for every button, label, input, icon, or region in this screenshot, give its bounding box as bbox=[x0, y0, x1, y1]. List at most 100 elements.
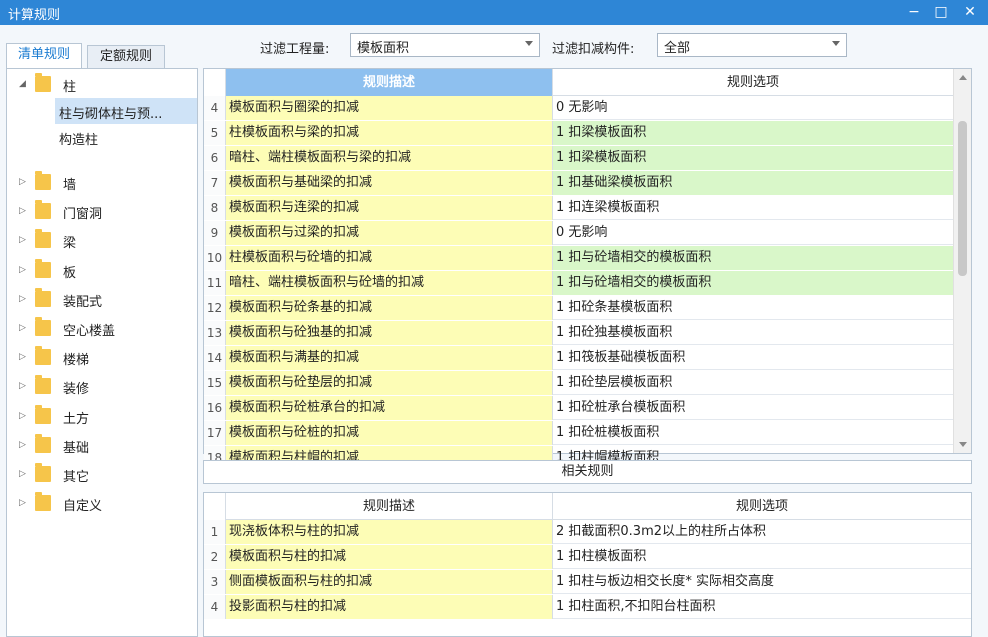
tree-item-door-window[interactable]: ▷ 门窗洞 bbox=[7, 198, 197, 224]
rule-option-cell[interactable]: 1 扣砼独基模板面积 bbox=[553, 321, 953, 345]
rule-option-cell[interactable]: 1 扣梁模板面积 bbox=[553, 121, 953, 145]
filter-component-select[interactable]: 全部 bbox=[657, 33, 847, 57]
tree-item-slab[interactable]: ▷ 板 bbox=[7, 257, 197, 283]
rule-description-cell[interactable]: 模板面积与连梁的扣减 bbox=[226, 196, 553, 220]
rule-option-cell[interactable]: 1 扣与砼墙相交的模板面积 bbox=[553, 246, 953, 270]
table-row[interactable]: 3 侧面模板面积与柱的扣减 1 扣柱与板边相交长度* 实际相交高度 bbox=[204, 570, 971, 594]
rule-option-cell[interactable]: 1 扣砼桩承台模板面积 bbox=[553, 396, 953, 420]
rule-option-cell[interactable]: 2 扣截面积0.3m2以上的柱所占体积 bbox=[553, 520, 971, 544]
table-row[interactable]: 14 模板面积与满基的扣减 1 扣筏板基础模板面积 bbox=[204, 346, 953, 370]
column-header-description[interactable]: 规则描述 bbox=[226, 69, 553, 96]
rule-option-cell[interactable]: 1 扣基础梁模板面积 bbox=[553, 171, 953, 195]
rule-option-cell[interactable]: 1 扣筏板基础模板面积 bbox=[553, 346, 953, 370]
minimize-button[interactable]: − bbox=[900, 0, 928, 25]
rule-description-cell[interactable]: 模板面积与满基的扣减 bbox=[226, 346, 553, 370]
tree-item-other[interactable]: ▷ 其它 bbox=[7, 461, 197, 487]
maximize-button[interactable]: □ bbox=[927, 0, 955, 25]
rule-description-cell[interactable]: 现浇板体积与柱的扣减 bbox=[226, 520, 553, 544]
tree-item-stairs[interactable]: ▷ 楼梯 bbox=[7, 344, 197, 370]
table-row[interactable]: 7 模板面积与基础梁的扣减 1 扣基础梁模板面积 bbox=[204, 171, 953, 195]
rule-description-cell[interactable]: 模板面积与过梁的扣减 bbox=[226, 221, 553, 245]
tree-item-label: 梁 bbox=[63, 236, 77, 251]
rule-description-cell[interactable]: 暗柱、端柱模板面积与砼墙的扣减 bbox=[226, 271, 553, 295]
table-row[interactable]: 16 模板面积与砼桩承台的扣减 1 扣砼桩承台模板面积 bbox=[204, 396, 953, 420]
rule-description-cell[interactable]: 模板面积与砼条基的扣减 bbox=[226, 296, 553, 320]
rule-description-cell[interactable]: 投影面积与柱的扣减 bbox=[226, 595, 553, 619]
rule-option-cell[interactable]: 1 扣梁模板面积 bbox=[553, 146, 953, 170]
tree-item-earthwork[interactable]: ▷ 土方 bbox=[7, 403, 197, 429]
folder-icon bbox=[35, 492, 51, 511]
column-header-option[interactable]: 规则选项 bbox=[553, 69, 953, 96]
rule-option-cell[interactable]: 0 无影响 bbox=[553, 96, 953, 120]
table-row[interactable]: 17 模板面积与砼桩的扣减 1 扣砼桩模板面积 bbox=[204, 421, 953, 445]
table-row[interactable]: 10 柱模板面积与砼墙的扣减 1 扣与砼墙相交的模板面积 bbox=[204, 246, 953, 270]
rule-description-cell[interactable]: 模板面积与柱的扣减 bbox=[226, 545, 553, 569]
table-row[interactable]: 9 模板面积与过梁的扣减 0 无影响 bbox=[204, 221, 953, 245]
rule-description-cell[interactable]: 模板面积与砼桩承台的扣减 bbox=[226, 396, 553, 420]
tree-item-column[interactable]: ◢ 柱 bbox=[7, 71, 197, 97]
filter-quantity-select[interactable]: 模板面积 bbox=[350, 33, 540, 57]
related-column-header-description[interactable]: 规则描述 bbox=[226, 493, 553, 520]
scroll-down-icon[interactable] bbox=[959, 442, 967, 447]
tree-item-custom[interactable]: ▷ 自定义 bbox=[7, 490, 197, 516]
rule-option-cell[interactable]: 1 扣与砼墙相交的模板面积 bbox=[553, 271, 953, 295]
rule-description-cell[interactable]: 柱模板面积与砼墙的扣减 bbox=[226, 246, 553, 270]
scroll-thumb[interactable] bbox=[958, 121, 967, 276]
rule-option-cell[interactable]: 1 扣柱模板面积 bbox=[553, 545, 971, 569]
rule-option-cell[interactable]: 1 扣砼桩模板面积 bbox=[553, 421, 953, 445]
rule-description-cell[interactable]: 侧面模板面积与柱的扣减 bbox=[226, 570, 553, 594]
rule-description-cell[interactable]: 模板面积与砼独基的扣减 bbox=[226, 321, 553, 345]
expand-closed-icon[interactable]: ▷ bbox=[19, 294, 26, 304]
rule-description-cell[interactable]: 模板面积与砼垫层的扣减 bbox=[226, 371, 553, 395]
expand-closed-icon[interactable]: ▷ bbox=[19, 265, 26, 275]
expand-closed-icon[interactable]: ▷ bbox=[19, 411, 26, 421]
rule-option-cell[interactable]: 1 扣柱面积,不扣阳台柱面积 bbox=[553, 595, 971, 619]
tree-item-label: 柱 bbox=[63, 80, 77, 95]
rule-option-cell[interactable]: 1 扣柱与板边相交长度* 实际相交高度 bbox=[553, 570, 971, 594]
expand-closed-icon[interactable]: ▷ bbox=[19, 498, 26, 508]
tree-item-hollow-floor[interactable]: ▷ 空心楼盖 bbox=[7, 315, 197, 341]
vertical-scrollbar[interactable] bbox=[953, 69, 971, 453]
rule-option-cell[interactable]: 1 扣砼垫层模板面积 bbox=[553, 371, 953, 395]
table-row[interactable]: 8 模板面积与连梁的扣减 1 扣连梁模板面积 bbox=[204, 196, 953, 220]
table-row[interactable]: 4 模板面积与圈梁的扣减 0 无影响 bbox=[204, 96, 953, 120]
table-row[interactable]: 15 模板面积与砼垫层的扣减 1 扣砼垫层模板面积 bbox=[204, 371, 953, 395]
expand-closed-icon[interactable]: ▷ bbox=[19, 235, 26, 245]
expand-closed-icon[interactable]: ▷ bbox=[19, 381, 26, 391]
expand-closed-icon[interactable]: ▷ bbox=[19, 352, 26, 362]
tree-item-decoration[interactable]: ▷ 装修 bbox=[7, 373, 197, 399]
rule-description-cell[interactable]: 模板面积与基础梁的扣减 bbox=[226, 171, 553, 195]
tree-item-wall[interactable]: ▷ 墙 bbox=[7, 169, 197, 195]
table-row[interactable]: 12 模板面积与砼条基的扣减 1 扣砼条基模板面积 bbox=[204, 296, 953, 320]
tab-quota-rules[interactable]: 定额规则 bbox=[87, 45, 165, 69]
tree-item-column-masonry[interactable]: 柱与砌体柱与预... bbox=[55, 98, 197, 124]
expand-closed-icon[interactable]: ▷ bbox=[19, 323, 26, 333]
rule-description-cell[interactable]: 模板面积与砼桩的扣减 bbox=[226, 421, 553, 445]
tree-item-beam[interactable]: ▷ 梁 bbox=[7, 227, 197, 253]
tree-item-prefab[interactable]: ▷ 装配式 bbox=[7, 286, 197, 312]
expand-closed-icon[interactable]: ▷ bbox=[19, 440, 26, 450]
expand-open-icon[interactable]: ◢ bbox=[19, 79, 26, 89]
close-button[interactable]: ✕ bbox=[956, 0, 984, 25]
expand-closed-icon[interactable]: ▷ bbox=[19, 469, 26, 479]
table-row[interactable]: 6 暗柱、端柱模板面积与梁的扣减 1 扣梁模板面积 bbox=[204, 146, 953, 170]
table-row[interactable]: 13 模板面积与砼独基的扣减 1 扣砼独基模板面积 bbox=[204, 321, 953, 345]
tab-list-rules[interactable]: 清单规则 bbox=[6, 43, 82, 69]
rule-description-cell[interactable]: 模板面积与圈梁的扣减 bbox=[226, 96, 553, 120]
tree-item-foundation[interactable]: ▷ 基础 bbox=[7, 432, 197, 458]
rule-option-cell[interactable]: 0 无影响 bbox=[553, 221, 953, 245]
related-column-header-option[interactable]: 规则选项 bbox=[553, 493, 971, 520]
rule-option-cell[interactable]: 1 扣砼条基模板面积 bbox=[553, 296, 953, 320]
table-row[interactable]: 1 现浇板体积与柱的扣减 2 扣截面积0.3m2以上的柱所占体积 bbox=[204, 520, 971, 544]
table-row[interactable]: 11 暗柱、端柱模板面积与砼墙的扣减 1 扣与砼墙相交的模板面积 bbox=[204, 271, 953, 295]
expand-closed-icon[interactable]: ▷ bbox=[19, 177, 26, 187]
scroll-up-icon[interactable] bbox=[959, 75, 967, 80]
table-row[interactable]: 2 模板面积与柱的扣减 1 扣柱模板面积 bbox=[204, 545, 971, 569]
table-row[interactable]: 4 投影面积与柱的扣减 1 扣柱面积,不扣阳台柱面积 bbox=[204, 595, 971, 619]
table-row[interactable]: 5 柱模板面积与梁的扣减 1 扣梁模板面积 bbox=[204, 121, 953, 145]
expand-closed-icon[interactable]: ▷ bbox=[19, 206, 26, 216]
tree-item-constructional-column[interactable]: 构造柱 bbox=[7, 124, 197, 150]
rule-description-cell[interactable]: 柱模板面积与梁的扣减 bbox=[226, 121, 553, 145]
rule-description-cell[interactable]: 暗柱、端柱模板面积与梁的扣减 bbox=[226, 146, 553, 170]
rule-option-cell[interactable]: 1 扣连梁模板面积 bbox=[553, 196, 953, 220]
